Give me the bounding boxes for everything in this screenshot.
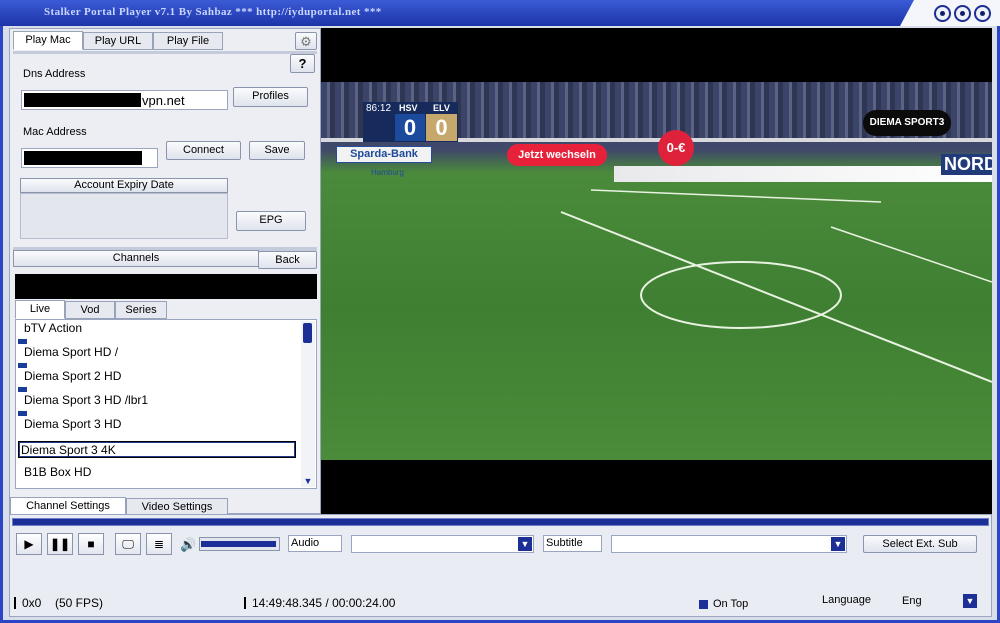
dns-address-label: Dns Address xyxy=(23,68,86,80)
tab-channel-settings[interactable]: Channel Settings xyxy=(10,497,126,515)
language-dropdown[interactable]: Eng ▼ xyxy=(899,593,978,611)
volume-fill xyxy=(201,541,276,547)
subtitle-dropdown[interactable]: ▼ xyxy=(611,535,847,553)
fullscreen-button[interactable]: 🖵 xyxy=(115,533,141,555)
help-button[interactable]: ? xyxy=(290,54,315,73)
volume-slider[interactable] xyxy=(199,537,280,551)
scroll-thumb[interactable] xyxy=(303,323,312,343)
profiles-button[interactable]: Profiles xyxy=(233,87,308,107)
stop-icon: ■ xyxy=(87,537,95,551)
pause-button[interactable]: ❚❚ xyxy=(47,533,73,555)
mac-address-field[interactable] xyxy=(21,148,158,168)
channel-item[interactable]: Diema Sport HD / xyxy=(22,344,296,361)
chevron-down-icon: ▼ xyxy=(831,537,845,551)
connect-button[interactable]: Connect xyxy=(166,141,241,160)
gear-icon: ⚙ xyxy=(300,34,312,49)
audio-dropdown[interactable]: ▼ xyxy=(351,535,534,553)
language-label: Language xyxy=(822,594,871,606)
channel-item[interactable]: Diema Sport 2 HD xyxy=(22,368,296,385)
channel-item[interactable]: Diema Sport 3 HD xyxy=(22,416,296,433)
tab-live[interactable]: Live xyxy=(15,300,65,319)
chevron-down-icon: ▼ xyxy=(518,537,532,551)
close-button[interactable] xyxy=(974,5,991,22)
settings-gear-button[interactable]: ⚙ xyxy=(295,32,317,50)
save-button[interactable]: Save xyxy=(249,141,305,160)
minimize-button[interactable] xyxy=(934,5,951,22)
play-icon: ▶ xyxy=(24,537,34,551)
channel-item[interactable]: Diema Sport 3 HD /lbr1 xyxy=(22,392,296,409)
tab-play-url[interactable]: Play URL xyxy=(83,32,153,50)
channels-header: Channels xyxy=(13,250,259,267)
mac-address-label: Mac Address xyxy=(23,126,87,138)
fps-text: (50 FPS) xyxy=(55,596,104,610)
window-title: Stalker Portal Player v7.1 By Sahbaz ***… xyxy=(44,6,382,18)
dns-address-value: vpn.net xyxy=(142,93,185,108)
control-panel: ▶ ❚❚ ■ 🖵 ≣ 🔊 Audio ▼ Subtitle ▼ Select E… xyxy=(9,514,992,617)
video-frame: Sparda-Bank Hamburg Jetzt wechseln 0-€ N… xyxy=(321,82,992,460)
stop-button[interactable]: ■ xyxy=(78,533,104,555)
tab-video-settings[interactable]: Video Settings xyxy=(126,498,228,515)
video-player[interactable]: Sparda-Bank Hamburg Jetzt wechseln 0-€ N… xyxy=(321,28,992,514)
channel-item[interactable]: bTV Action xyxy=(22,320,296,337)
play-button[interactable]: ▶ xyxy=(16,533,42,555)
maximize-button[interactable] xyxy=(954,5,971,22)
scroll-down-icon[interactable]: ▼ xyxy=(302,476,314,486)
search-box[interactable] xyxy=(15,274,317,299)
channel-list-scrollbar[interactable]: ▼ xyxy=(301,321,315,487)
channel-list[interactable]: bTV Action Diema Sport HD / Diema Sport … xyxy=(15,319,317,489)
account-expiry-box xyxy=(20,193,228,239)
speaker-icon: 🔊 xyxy=(180,537,197,552)
resolution-text: 0x0 xyxy=(22,596,42,610)
left-panel: Play Mac Play URL Play File ⚙ ? Dns Addr… xyxy=(9,28,321,515)
select-ext-sub-button[interactable]: Select Ext. Sub xyxy=(863,535,977,553)
pitch-lines xyxy=(560,189,992,383)
list-icon: ≣ xyxy=(153,537,165,551)
back-button[interactable]: Back xyxy=(258,251,317,269)
time-readout: 14:49:48.345 / 00:00:24.00 xyxy=(252,596,396,610)
pause-icon: ❚❚ xyxy=(49,537,71,551)
tab-play-file[interactable]: Play File xyxy=(153,32,223,50)
chevron-down-icon: ▼ xyxy=(963,594,977,608)
audio-label: Audio xyxy=(288,535,342,552)
tab-play-mac[interactable]: Play Mac xyxy=(13,31,83,50)
channel-item[interactable]: B1B Box HD xyxy=(22,464,296,481)
tab-series[interactable]: Series xyxy=(115,301,167,319)
channel-item-selected[interactable]: Diema Sport 3 4K xyxy=(18,441,296,458)
on-top-checkbox[interactable] xyxy=(699,600,708,609)
account-expiry-header: Account Expiry Date xyxy=(20,178,228,193)
epg-button[interactable]: EPG xyxy=(236,211,306,231)
seek-bar[interactable] xyxy=(12,518,989,526)
title-bar: Stalker Portal Player v7.1 By Sahbaz ***… xyxy=(0,0,1000,26)
monitor-icon: 🖵 xyxy=(122,537,134,551)
tab-vod[interactable]: Vod xyxy=(65,301,115,319)
subtitle-label: Subtitle xyxy=(543,535,602,552)
playlist-button[interactable]: ≣ xyxy=(146,533,172,555)
dns-address-field[interactable]: vpn.net xyxy=(21,90,228,110)
language-value: Eng xyxy=(902,595,922,607)
on-top-label: On Top xyxy=(713,598,749,610)
